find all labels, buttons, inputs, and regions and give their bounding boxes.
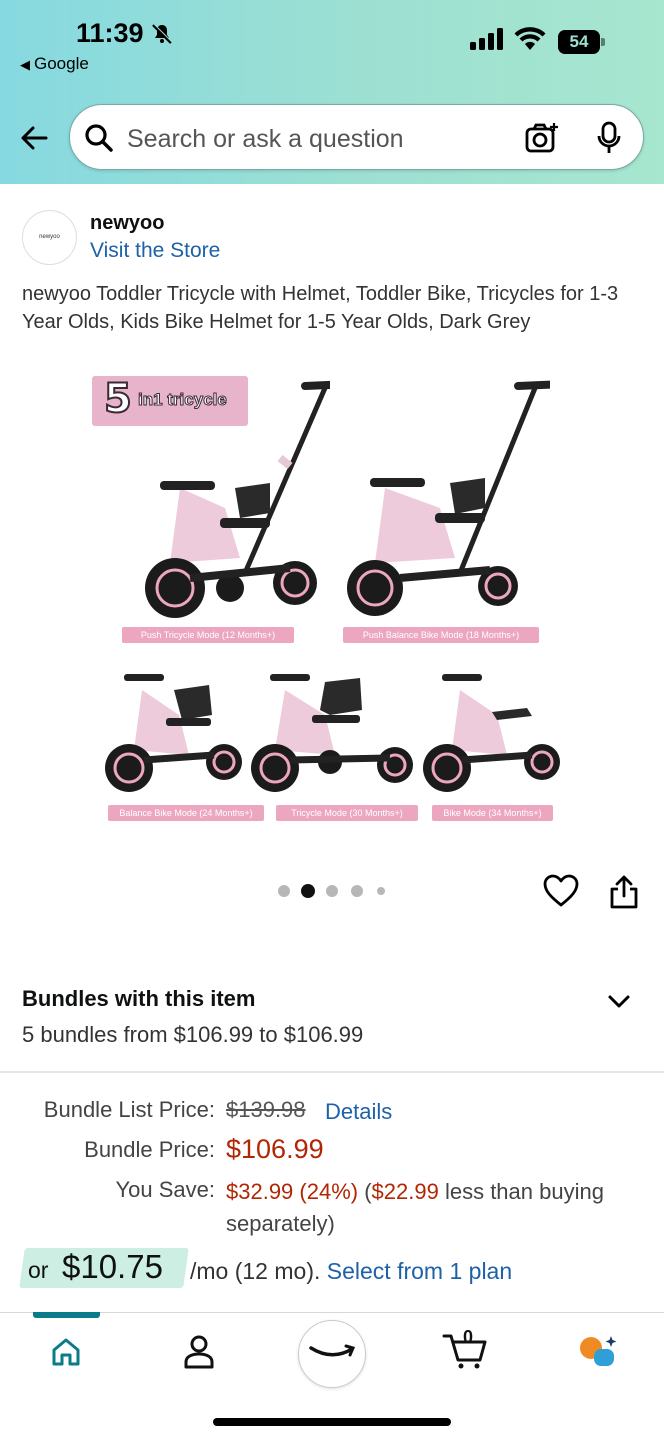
product-image[interactable]: 5 in1 tricycle Push Tricycle Mode (12 Mo… <box>88 372 578 832</box>
chevron-down-icon[interactable] <box>606 992 632 1012</box>
save-paren: ( <box>364 1179 372 1204</box>
visit-store-link[interactable]: Visit the Store <box>90 239 220 263</box>
save-amount: $32.99 (24%) <box>226 1179 359 1204</box>
rufus-ai-icon[interactable] <box>578 1334 618 1368</box>
carousel-dot-active[interactable] <box>301 884 315 898</box>
status-time: 11:39 <box>76 18 144 48</box>
cellular-signal-icon <box>470 28 503 50</box>
amazon-smile-icon <box>309 1344 356 1357</box>
carousel-dot[interactable] <box>377 887 385 895</box>
select-plan-link[interactable]: Select from 1 plan <box>327 1258 512 1284</box>
back-triangle-icon: ◀ <box>20 57 30 72</box>
home-icon[interactable] <box>50 1336 82 1368</box>
heart-icon[interactable] <box>543 874 579 908</box>
divider <box>0 1071 664 1073</box>
header: 11:39 ◀ Google 54 Search or ask a questio… <box>0 0 664 184</box>
balance-bike-image <box>105 674 242 792</box>
cart-count: 0 <box>462 1327 473 1347</box>
battery-level: 54 <box>558 30 600 54</box>
push-balance-bike-image <box>347 380 550 616</box>
amazon-button[interactable] <box>298 1320 366 1388</box>
bundle-list-price: $139.98 <box>226 1097 306 1122</box>
mode-label-bike: Bike Mode (34 Months+) <box>432 805 553 821</box>
store-name: newyoo <box>90 212 165 234</box>
home-indicator[interactable] <box>213 1418 451 1426</box>
mode-label-push-balance: Push Balance Bike Mode (18 Months+) <box>343 627 539 643</box>
carousel-dot[interactable] <box>278 885 290 897</box>
monthly-amount: $10.75 <box>62 1248 163 1285</box>
search-icon <box>85 124 113 152</box>
bell-muted-icon <box>152 23 173 44</box>
back-app-label: Google <box>34 54 89 73</box>
monthly-term: /mo (12 mo). <box>190 1258 327 1284</box>
search-placeholder: Search or ask a question <box>127 125 404 153</box>
you-save-value: $32.99 (24%) ($22.99 less than buying se… <box>226 1176 646 1240</box>
account-icon[interactable] <box>183 1334 215 1370</box>
wifi-icon <box>514 27 546 50</box>
bundle-list-price-label: Bundle List Price: <box>43 1097 215 1122</box>
monthly-text: /mo (12 mo). Select from 1 plan <box>190 1258 512 1285</box>
search-bar[interactable]: Search or ask a question <box>69 104 644 170</box>
bundle-price: $106.99 <box>226 1134 324 1164</box>
microphone-icon[interactable] <box>596 121 622 155</box>
back-arrow-icon[interactable] <box>16 120 52 156</box>
mode-label-balance-bike: Balance Bike Mode (24 Months+) <box>108 805 264 821</box>
share-icon[interactable] <box>608 874 640 910</box>
badge-number: 5 <box>103 375 133 423</box>
mode-label-tricycle: Tricycle Mode (30 Months+) <box>276 805 418 821</box>
carousel-dot[interactable] <box>326 885 338 897</box>
bundle-price-label: Bundle Price: <box>84 1137 215 1162</box>
bundles-subtitle: 5 bundles from $106.99 to $106.99 <box>22 1022 364 1047</box>
bundles-title[interactable]: Bundles with this item <box>22 986 255 1012</box>
monthly-or: or <box>28 1257 49 1283</box>
tricycle-image <box>251 674 413 792</box>
mode-label-push-tricycle: Push Tricycle Mode (12 Months+) <box>122 627 294 643</box>
you-save-label: You Save: <box>115 1177 216 1202</box>
bike-mode-image <box>423 674 560 792</box>
back-to-app[interactable]: ◀ Google <box>20 54 89 74</box>
push-tricycle-image <box>145 380 330 618</box>
store-logo[interactable]: newyoo <box>22 210 77 265</box>
product-title[interactable]: newyoo Toddler Tricycle with Helmet, Tod… <box>22 280 637 336</box>
camera-search-icon[interactable] <box>525 122 559 154</box>
details-link[interactable]: Details <box>325 1099 392 1125</box>
nav-active-indicator <box>33 1312 100 1318</box>
save-separate-amount: $22.99 <box>371 1179 439 1204</box>
battery-icon: 54 <box>558 30 606 54</box>
carousel-dot[interactable] <box>351 885 363 897</box>
